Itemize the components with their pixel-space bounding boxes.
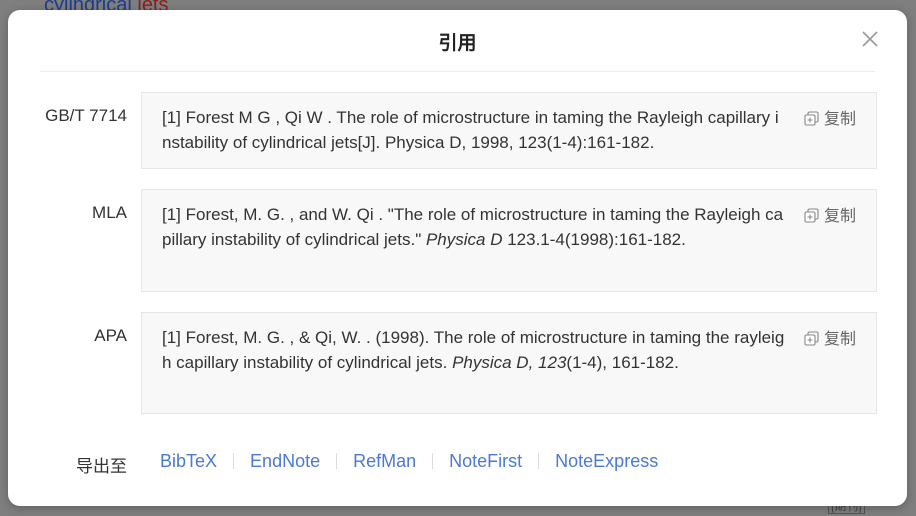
citation-text-part: 123.1-4(1998):161-182. (502, 230, 686, 249)
export-bibtex-link[interactable]: BibTeX (144, 450, 233, 472)
citation-text: [1] Forest, M. G. , & Qi, W. . (1998). T… (162, 325, 788, 375)
close-icon[interactable] (861, 30, 879, 48)
citation-box: [1] Forest, M. G. , & Qi, W. . (1998). T… (141, 312, 877, 414)
citation-text-part: (1-4), 161-182. (566, 353, 679, 372)
export-links: BibTeX EndNote RefMan NoteFirst NoteExpr… (144, 450, 674, 472)
copy-label: 复制 (823, 331, 856, 348)
copy-icon (804, 111, 819, 126)
dialog-title: 引用 (438, 33, 477, 54)
copy-icon (804, 331, 819, 346)
copy-label: 复制 (823, 111, 856, 128)
export-noteexpress-link[interactable]: NoteExpress (539, 450, 674, 472)
citation-box: [1] Forest, M. G. , and W. Qi . "The rol… (141, 189, 877, 292)
citation-journal-italic: Physica D (425, 230, 503, 249)
copy-button[interactable]: 复制 (804, 325, 856, 349)
copy-icon (804, 208, 819, 223)
copy-label: 复制 (823, 208, 856, 225)
citation-text: [1] Forest, M. G. , and W. Qi . "The rol… (162, 202, 788, 252)
export-refman-link[interactable]: RefMan (337, 450, 432, 472)
copy-button[interactable]: 复制 (804, 105, 856, 129)
citation-format-label: APA (94, 326, 127, 345)
citation-box: [1] Forest M G , Qi W . The role of micr… (141, 92, 877, 169)
citation-format-label: GB/T 7714 (45, 106, 127, 125)
citation-text: [1] Forest M G , Qi W . The role of micr… (162, 108, 779, 152)
export-endnote-link[interactable]: EndNote (234, 450, 336, 472)
export-notefirst-link[interactable]: NoteFirst (433, 450, 538, 472)
citation-format-label: MLA (92, 203, 127, 222)
citation-journal-italic: Physica D, 123 (452, 353, 567, 372)
export-label: 导出至 (76, 457, 127, 476)
header-divider (40, 71, 875, 72)
citation-dialog: 引用 GB/T 7714 [1] Forest M G , Qi W . The… (8, 10, 907, 506)
copy-button[interactable]: 复制 (804, 202, 856, 226)
